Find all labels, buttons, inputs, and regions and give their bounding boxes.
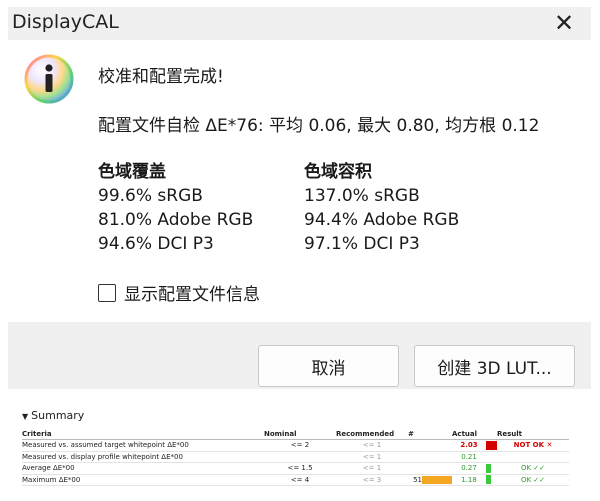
checkbox-box[interactable] xyxy=(98,283,116,302)
nominal-cell: <= 4 xyxy=(264,474,336,486)
gamut-volume-header: 色域容积 xyxy=(304,162,372,182)
count-cell xyxy=(408,439,422,452)
status-marker xyxy=(486,463,491,473)
nominal-cell: <= 1.5 xyxy=(264,462,336,475)
recommended-cell: <= 3 xyxy=(336,474,408,486)
actual-cell: 1.18 xyxy=(452,474,486,486)
col-bar xyxy=(422,429,452,440)
col-actual: Actual xyxy=(452,429,486,440)
count-cell: 51 xyxy=(408,474,422,486)
count-cell xyxy=(408,451,422,463)
result-cell: OK ✓✓ xyxy=(497,474,569,486)
col-nominal: Nominal xyxy=(264,429,336,440)
summary-section: ▼ Summary Criteria Nominal Recommended # … xyxy=(0,405,600,501)
criteria-table: Criteria Nominal Recommended # Actual Re… xyxy=(22,429,569,486)
triangle-down-icon[interactable]: ▼ xyxy=(22,412,28,421)
col-result: Result xyxy=(497,429,569,440)
table-header-row: Criteria Nominal Recommended # Actual Re… xyxy=(22,429,569,440)
table-row: Average ΔE*00 <= 1.5 <= 1 0.27 OK ✓✓ xyxy=(22,462,569,475)
create-3dlut-button[interactable]: 创建 3D LUT... xyxy=(414,345,575,387)
value-bar xyxy=(422,475,452,484)
result-cell: OK ✓✓ xyxy=(497,462,569,475)
dialog-window: DisplayCAL ✕ 校准和配置完成! 配置文件自检 ΔE*76: 平均 0… xyxy=(8,7,591,389)
criteria-cell: Measured vs. assumed target whitepoint Δ… xyxy=(22,439,264,452)
summary-title: Summary xyxy=(31,409,85,422)
info-icon xyxy=(24,54,74,104)
gamut-coverage-column: 色域覆盖 99.6% sRGB 81.0% Adobe RGB 94.6% DC… xyxy=(98,160,253,256)
status-marker-cell xyxy=(486,451,497,463)
status-marker-cell xyxy=(486,474,497,486)
cancel-button[interactable]: 取消 xyxy=(258,345,399,387)
gamut-coverage-item: 81.0% Adobe RGB xyxy=(98,210,254,230)
criteria-table-body: Measured vs. assumed target whitepoint Δ… xyxy=(22,439,569,486)
result-cell xyxy=(497,451,569,463)
checkbox-label: 显示配置文件信息 xyxy=(124,285,260,305)
table-row: Measured vs. display profile whitepoint … xyxy=(22,451,569,463)
actual-cell: 0.21 xyxy=(452,451,486,463)
table-row: Measured vs. assumed target whitepoint Δ… xyxy=(22,439,569,452)
value-bar-cell xyxy=(422,439,452,452)
delta-e-summary: 配置文件自检 ΔE*76: 平均 0.06, 最大 0.80, 均方根 0.12 xyxy=(98,116,540,136)
value-bar-cell xyxy=(422,462,452,475)
gamut-coverage-header: 色域覆盖 xyxy=(98,162,166,182)
status-marker xyxy=(486,440,497,450)
gamut-volume-item: 97.1% DCI P3 xyxy=(304,234,420,254)
status-marker-cell xyxy=(486,439,497,452)
button-footer: 取消 创建 3D LUT... xyxy=(8,322,591,389)
criteria-cell: Average ΔE*00 xyxy=(22,462,264,475)
completion-message: 校准和配置完成! xyxy=(98,67,224,87)
show-profile-info-checkbox[interactable]: 显示配置文件信息 xyxy=(98,280,260,305)
actual-cell: 0.27 xyxy=(452,462,486,475)
window-title: DisplayCAL xyxy=(12,11,119,33)
gamut-volume-column: 色域容积 137.0% sRGB 94.4% Adobe RGB 97.1% D… xyxy=(304,160,459,256)
actual-cell: 2.03 xyxy=(452,439,486,452)
table-row: Maximum ΔE*00 <= 4 <= 3 51 1.18 OK ✓✓ xyxy=(22,474,569,486)
col-recommended: Recommended xyxy=(336,429,408,440)
col-marker xyxy=(486,429,497,440)
summary-toggle[interactable]: ▼ Summary xyxy=(22,409,84,422)
gamut-volume-item: 137.0% sRGB xyxy=(304,186,420,206)
status-marker-cell xyxy=(486,462,497,475)
recommended-cell: <= 1 xyxy=(336,439,408,452)
criteria-cell: Maximum ΔE*00 xyxy=(22,474,264,486)
gamut-coverage-item: 99.6% sRGB xyxy=(98,186,203,206)
result-cell: NOT OK ✕ xyxy=(497,439,569,452)
status-marker xyxy=(486,452,491,461)
nominal-cell xyxy=(264,451,336,463)
value-bar-cell xyxy=(422,474,452,486)
value-bar-cell xyxy=(422,451,452,463)
title-bar: DisplayCAL ✕ xyxy=(8,7,591,40)
close-icon[interactable]: ✕ xyxy=(551,10,577,36)
col-criteria: Criteria xyxy=(22,429,264,440)
count-cell xyxy=(408,462,422,475)
criteria-cell: Measured vs. display profile whitepoint … xyxy=(22,451,264,463)
gamut-volume-item: 94.4% Adobe RGB xyxy=(304,210,460,230)
recommended-cell: <= 1 xyxy=(336,451,408,463)
nominal-cell: <= 2 xyxy=(264,439,336,452)
gamut-coverage-item: 94.6% DCI P3 xyxy=(98,234,214,254)
col-num: # xyxy=(408,429,422,440)
status-marker xyxy=(486,475,491,485)
recommended-cell: <= 1 xyxy=(336,462,408,475)
